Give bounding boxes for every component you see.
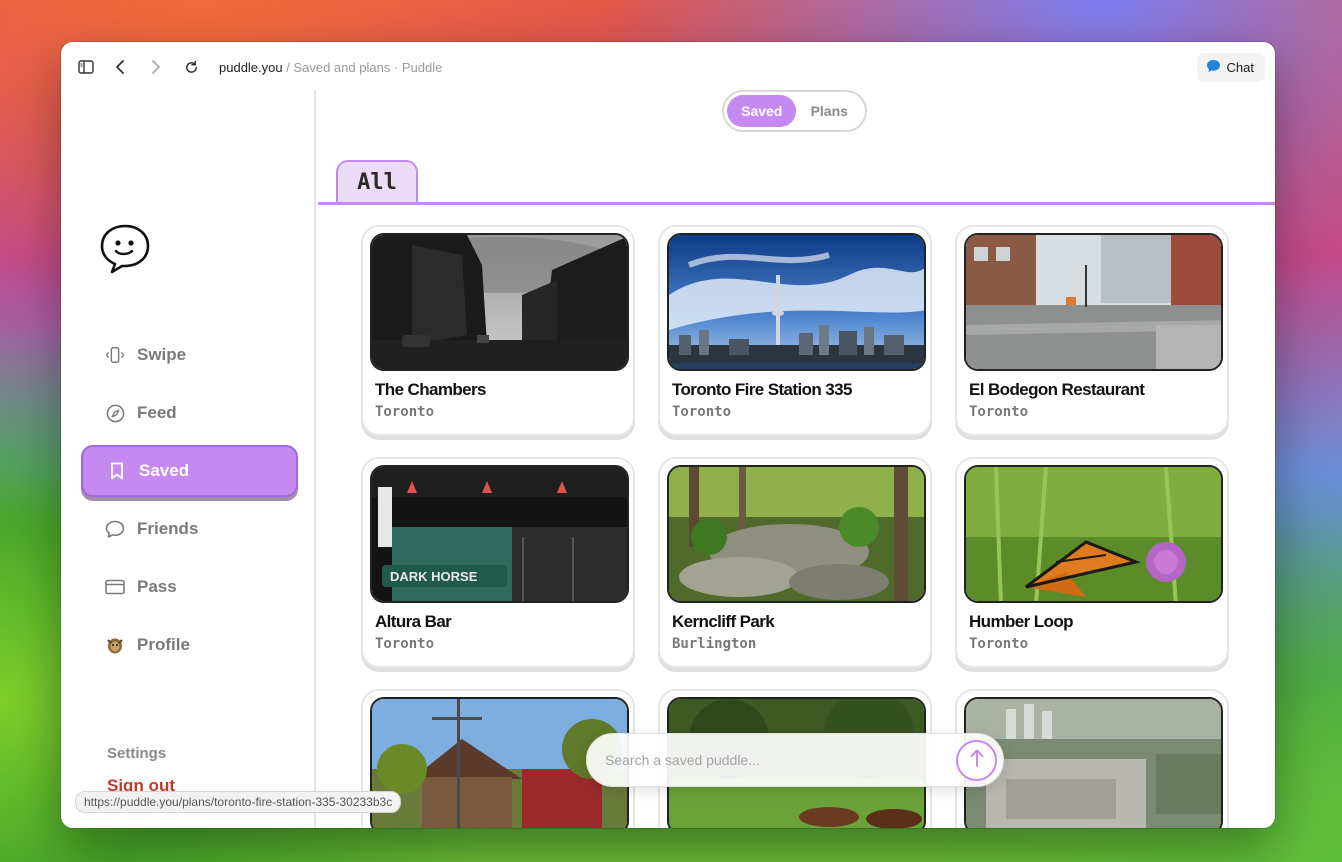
link-status-bar: https://puddle.you/plans/toronto-fire-st… [75, 791, 402, 813]
place-name: Altura Bar [375, 612, 452, 631]
place-card[interactable]: The Chambers Toronto [361, 225, 635, 436]
puddle-logo [97, 220, 153, 276]
chat-bubble-icon [105, 519, 125, 539]
sidebar-item-profile[interactable]: Profile [81, 619, 298, 671]
sidebar-item-label: Friends [137, 519, 199, 538]
sidebar-item-feed[interactable]: Feed [81, 387, 298, 439]
back-icon[interactable] [109, 56, 131, 78]
chat-bubble-icon [1206, 59, 1221, 76]
place-card[interactable]: Kerncliff Park Burlington [658, 457, 932, 668]
swipe-icon [105, 345, 125, 365]
forward-icon[interactable] [145, 56, 167, 78]
place-photo [667, 465, 926, 603]
place-card[interactable]: Toronto Fire Station 335 Toronto [658, 225, 932, 436]
sidebar-item-label: Pass [137, 577, 177, 596]
place-photo: DARK HORSE [370, 465, 629, 603]
sidebar-item-label: Swipe [137, 345, 187, 364]
place-photo [964, 465, 1223, 603]
place-card[interactable]: El Bodegon Restaurant Toronto [955, 225, 1229, 436]
search-input[interactable] [605, 752, 945, 768]
sidebar: Swipe Feed Saved Friends Pass Profile Se… [61, 90, 316, 828]
sidebar-item-saved[interactable]: Saved [81, 445, 298, 497]
sidebar-item-label: Saved [139, 461, 190, 480]
place-name: Humber Loop [969, 612, 1074, 631]
card-icon [105, 577, 125, 597]
chat-label: Chat [1226, 60, 1254, 75]
browser-toolbar: puddle.you / Saved and plans · Puddle Ch… [61, 42, 1275, 90]
place-name: The Chambers [375, 380, 486, 399]
segment-plans[interactable]: Plans [796, 95, 862, 127]
search-bar [586, 733, 1004, 787]
place-photo [667, 233, 926, 371]
browser-window: puddle.you / Saved and plans · Puddle Ch… [61, 42, 1275, 828]
saved-plans-toggle: Saved Plans [722, 90, 867, 132]
arrow-up-icon [969, 748, 985, 773]
place-name: El Bodegon Restaurant [969, 380, 1145, 399]
svg-text:DARK HORSE: DARK HORSE [390, 569, 478, 584]
tab-all[interactable]: All [336, 160, 418, 203]
search-submit-button[interactable] [956, 740, 997, 781]
place-city: Toronto [375, 636, 435, 652]
sidebar-item-pass[interactable]: Pass [81, 561, 298, 613]
place-city: Toronto [375, 404, 435, 420]
avatar-icon [105, 635, 125, 655]
address-bar[interactable]: puddle.you / Saved and plans · Puddle [219, 60, 442, 75]
main-content: Saved Plans All The Chambers Toronto Tor… [318, 90, 1275, 828]
sidebar-toggle-icon[interactable] [75, 56, 97, 78]
place-city: Burlington [672, 636, 757, 652]
compass-icon [105, 403, 125, 423]
tab-divider [318, 202, 1275, 205]
sidebar-item-swipe[interactable]: Swipe [81, 329, 298, 381]
place-city: Toronto [969, 404, 1029, 420]
place-city: Toronto [969, 636, 1029, 652]
reload-icon[interactable] [180, 56, 202, 78]
segment-saved[interactable]: Saved [727, 95, 797, 127]
bookmark-icon [107, 461, 127, 481]
place-name: Toronto Fire Station 335 [672, 380, 852, 399]
sidebar-item-friends[interactable]: Friends [81, 503, 298, 555]
sidebar-item-label: Feed [137, 403, 177, 422]
chat-button[interactable]: Chat [1196, 53, 1265, 82]
url-path: / Saved and plans · Puddle [282, 60, 443, 75]
url-domain: puddle.you [219, 60, 283, 75]
settings-link[interactable]: Settings [107, 745, 166, 762]
place-city: Toronto [672, 404, 732, 420]
sidebar-item-label: Profile [137, 635, 190, 654]
place-photo [370, 233, 629, 371]
place-photo [964, 233, 1223, 371]
place-card[interactable]: DARK HORSE Altura Bar Toronto [361, 457, 635, 668]
place-name: Kerncliff Park [672, 612, 775, 631]
place-card[interactable]: Humber Loop Toronto [955, 457, 1229, 668]
